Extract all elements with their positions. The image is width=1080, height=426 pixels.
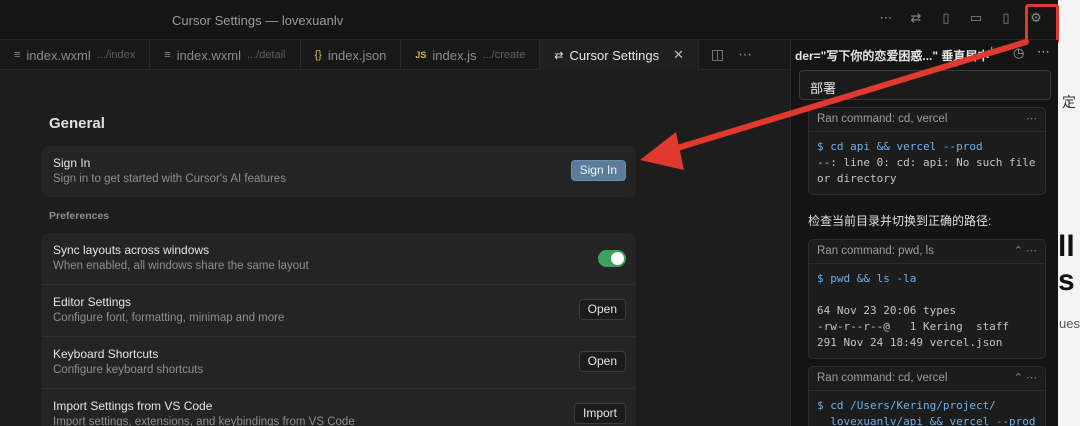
output-line: or directory bbox=[817, 172, 897, 185]
section-title-general: General bbox=[49, 115, 105, 132]
file-icon: ≡ bbox=[164, 49, 171, 61]
more-icon[interactable]: ⋯ bbox=[1026, 112, 1037, 125]
command-output: $ cd api && vercel --prod --: line 0: cd… bbox=[809, 132, 1045, 194]
tab-label: index.js bbox=[432, 47, 477, 63]
tab-index-wxml-index[interactable]: ≡ index.wxml .../index bbox=[0, 40, 151, 70]
setting-title: Editor Settings bbox=[53, 295, 132, 309]
toggle-panel-icon[interactable]: ▭ bbox=[968, 10, 984, 26]
setting-row-import-vscode: Import Settings from VS Code Import sett… bbox=[42, 389, 636, 426]
tab-path: .../index bbox=[96, 49, 136, 61]
setting-title: Import Settings from VS Code bbox=[53, 399, 213, 413]
expand-more-icon[interactable]: ⌃ ⋯ bbox=[1014, 244, 1037, 257]
command-header: Ran command: cd, vercel ⋯ bbox=[809, 108, 1045, 132]
background-app-right: 定 ll s ues bbox=[1058, 0, 1080, 426]
toggle-knob bbox=[611, 252, 624, 265]
tab-index-wxml-detail[interactable]: ≡ index.wxml .../detail bbox=[150, 40, 301, 70]
chat-header: der="写下你的恋爱困惑..." 垂直居中 + ◷ ⋯ bbox=[791, 40, 1058, 68]
swap-icon[interactable]: ⇄ bbox=[908, 10, 924, 26]
preferences-card: Sync layouts across windows When enabled… bbox=[42, 233, 636, 426]
command-line: $ pwd && ls -la bbox=[817, 272, 917, 285]
editor-settings-open-button[interactable]: Open bbox=[578, 299, 626, 320]
setting-description: When enabled, all windows share the same… bbox=[53, 260, 309, 272]
keyboard-shortcuts-open-button[interactable]: Open bbox=[578, 351, 626, 372]
tab-path: .../detail bbox=[246, 49, 286, 61]
command-block: Ran command: pwd, ls ⌃ ⋯ $ pwd && ls -la… bbox=[808, 239, 1046, 359]
output-line: --: line 0: cd: api: No such file bbox=[817, 156, 1036, 169]
setting-title: Sync layouts across windows bbox=[53, 243, 210, 257]
output-line: -rw-r--r--@ 1 Kering staff bbox=[817, 320, 1010, 333]
output-line: 64 Nov 23 20:06 types bbox=[817, 304, 957, 317]
settings-tab-icon: ⇄ bbox=[554, 49, 564, 62]
tab-label: Cursor Settings bbox=[569, 47, 660, 63]
command-title: Ran command: cd, vercel bbox=[817, 113, 948, 125]
signin-description: Sign in to get started with Cursor's AI … bbox=[53, 173, 286, 185]
js-icon: JS bbox=[415, 50, 427, 60]
assistant-message: 检查当前目录并切换到正确的路径: bbox=[808, 214, 992, 228]
history-clock-icon[interactable]: ◷ bbox=[1013, 45, 1024, 61]
more-icon[interactable]: ⋯ bbox=[738, 46, 752, 63]
toggle-secondary-sidebar-icon[interactable]: ▯ bbox=[998, 10, 1014, 26]
background-heading: ll s bbox=[1058, 230, 1075, 297]
split-editor-icon[interactable]: ◫ bbox=[711, 46, 724, 63]
title-bar: Cursor Settings — lovexuanlv ⋯ ⇄ ▯ ▭ ▯ ⚙ bbox=[0, 0, 1058, 40]
signin-card: Sign In Sign in to get started with Curs… bbox=[42, 146, 636, 197]
window-title: Cursor Settings — lovexuanlv bbox=[172, 13, 344, 28]
command-output: $ pwd && ls -la 64 Nov 23 20:06 types -r… bbox=[809, 264, 1045, 358]
tab-index-json[interactable]: {} index.json bbox=[301, 40, 402, 70]
command-output: $ cd /Users/Kering/project/ lovexuanlv/a… bbox=[809, 391, 1045, 426]
command-header: Ran command: cd, vercel ⌃ ⋯ bbox=[809, 367, 1045, 391]
sign-in-button[interactable]: Sign In bbox=[570, 160, 626, 181]
tab-path: .../create bbox=[482, 49, 526, 61]
tab-label: index.wxml bbox=[176, 47, 241, 63]
expand-more-icon[interactable]: ⌃ ⋯ bbox=[1014, 371, 1037, 384]
command-block: Ran command: cd, vercel ⌃ ⋯ $ cd /Users/… bbox=[808, 366, 1046, 426]
setting-row-keyboard-shortcuts: Keyboard Shortcuts Configure keyboard sh… bbox=[42, 337, 636, 389]
command-line: $ cd api && vercel --prod bbox=[817, 140, 983, 153]
toggle-sidebar-icon[interactable]: ▯ bbox=[938, 10, 954, 26]
background-small-text: ues bbox=[1059, 316, 1080, 331]
sync-layouts-toggle[interactable] bbox=[598, 250, 626, 267]
title-bar-actions: ⋯ ⇄ ▯ ▭ ▯ ⚙ bbox=[878, 10, 1044, 26]
file-icon: ≡ bbox=[14, 49, 21, 61]
setting-row-sync-layouts: Sync layouts across windows When enabled… bbox=[42, 233, 636, 285]
close-icon[interactable]: ✕ bbox=[673, 47, 684, 63]
gear-highlight-box bbox=[1025, 4, 1059, 44]
section-title-preferences: Preferences bbox=[49, 210, 110, 222]
tab-index-js[interactable]: JS index.js .../create bbox=[401, 40, 541, 70]
new-chat-plus-icon[interactable]: + bbox=[987, 43, 996, 61]
json-icon: {} bbox=[314, 49, 322, 61]
more-icon[interactable]: ⋯ bbox=[878, 10, 894, 26]
import-vscode-button[interactable]: Import bbox=[573, 403, 626, 424]
command-line: lovexuanlv/api && vercel --prod bbox=[817, 415, 1036, 426]
signin-title: Sign In bbox=[53, 156, 91, 170]
command-header: Ran command: pwd, ls ⌃ ⋯ bbox=[809, 240, 1045, 264]
command-title: Ran command: pwd, ls bbox=[817, 245, 934, 257]
command-line: $ cd /Users/Kering/project/ bbox=[817, 399, 996, 412]
setting-title: Keyboard Shortcuts bbox=[53, 347, 159, 361]
user-message-deploy[interactable]: 部署 bbox=[799, 70, 1051, 100]
chat-panel: der="写下你的恋爱困惑..." 垂直居中 + ◷ ⋯ 部署 Ran comm… bbox=[790, 40, 1058, 426]
command-block: Ran command: cd, vercel ⋯ $ cd api && ve… bbox=[808, 107, 1046, 195]
chat-title: der="写下你的恋爱困惑..." 垂直居中 bbox=[795, 49, 990, 63]
output-line: 291 Nov 24 18:49 vercel.json bbox=[817, 336, 1003, 349]
setting-row-editor-settings: Editor Settings Configure font, formatti… bbox=[42, 285, 636, 337]
background-text: 定 bbox=[1062, 94, 1076, 110]
setting-description: Import settings, extensions, and keybind… bbox=[53, 416, 355, 426]
setting-description: Configure keyboard shortcuts bbox=[53, 364, 204, 376]
signin-row: Sign In Sign in to get started with Curs… bbox=[42, 146, 636, 197]
tab-actions: ◫ ⋯ bbox=[699, 40, 752, 69]
tab-label: index.wxml bbox=[26, 47, 91, 63]
command-title: Ran command: cd, vercel bbox=[817, 372, 948, 384]
tab-label: index.json bbox=[327, 47, 387, 63]
settings-panel: General Sign In Sign in to get started w… bbox=[0, 71, 790, 426]
setting-description: Configure font, formatting, minimap and … bbox=[53, 312, 285, 324]
tab-cursor-settings[interactable]: ⇄ Cursor Settings ✕ bbox=[540, 40, 700, 70]
editor-tabs: ≡ index.wxml .../index ≡ index.wxml .../… bbox=[0, 40, 790, 70]
more-icon[interactable]: ⋯ bbox=[1037, 44, 1050, 60]
